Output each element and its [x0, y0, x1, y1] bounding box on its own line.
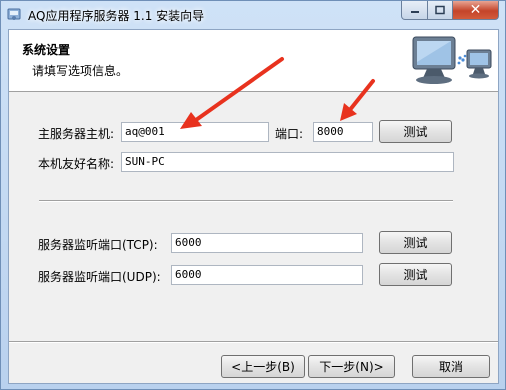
server-host-input[interactable]: aq@001 — [121, 122, 269, 142]
port-input[interactable]: 8000 — [313, 122, 373, 142]
friendly-name-input[interactable]: SUN-PC — [121, 152, 454, 172]
friendly-name-label: 本机友好名称: — [38, 157, 115, 171]
cancel-button[interactable]: 取消 — [412, 355, 490, 378]
title-bar[interactable]: AQ应用程序服务器 1.1 安装向导 ✕ — [1, 1, 505, 29]
udp-port-input[interactable]: 6000 — [171, 265, 363, 285]
server-host-label: 主服务器主机: — [38, 127, 115, 141]
computer-monitors-icon — [412, 36, 492, 84]
minimize-icon — [410, 11, 419, 13]
close-button[interactable]: ✕ — [452, 1, 499, 20]
maximize-button[interactable] — [427, 1, 453, 20]
wizard-body: 系统设置 请填写选项信息。 主服务器主机: aq@001 端口: 8000 测试… — [8, 29, 499, 384]
tcp-port-input[interactable]: 6000 — [171, 233, 363, 253]
test-tcp-button[interactable]: 测试 — [379, 231, 452, 254]
installer-window: AQ应用程序服务器 1.1 安装向导 ✕ 系统设置 请填写选项信息。 主服务器主… — [0, 0, 506, 390]
minimize-button[interactable] — [401, 1, 428, 20]
page-subtitle: 请填写选项信息。 — [32, 64, 129, 78]
test-server-button[interactable]: 测试 — [379, 120, 452, 143]
page-title: 系统设置 — [22, 43, 71, 57]
port-label: 端口: — [275, 127, 304, 141]
maximize-icon — [435, 5, 445, 15]
wizard-header: 系统设置 请填写选项信息。 — [9, 30, 498, 92]
close-icon: ✕ — [469, 2, 482, 18]
footer-divider — [9, 341, 498, 343]
section-divider — [39, 200, 453, 202]
next-button[interactable]: 下一步(N)> — [308, 355, 395, 378]
tcp-port-label: 服务器监听端口(TCP): — [38, 238, 158, 252]
installer-app-icon — [7, 8, 21, 20]
udp-port-label: 服务器监听端口(UDP): — [38, 270, 161, 284]
test-udp-button[interactable]: 测试 — [379, 263, 452, 286]
window-title: AQ应用程序服务器 1.1 安装向导 — [28, 9, 205, 23]
back-button[interactable]: <上一步(B) — [221, 355, 305, 378]
